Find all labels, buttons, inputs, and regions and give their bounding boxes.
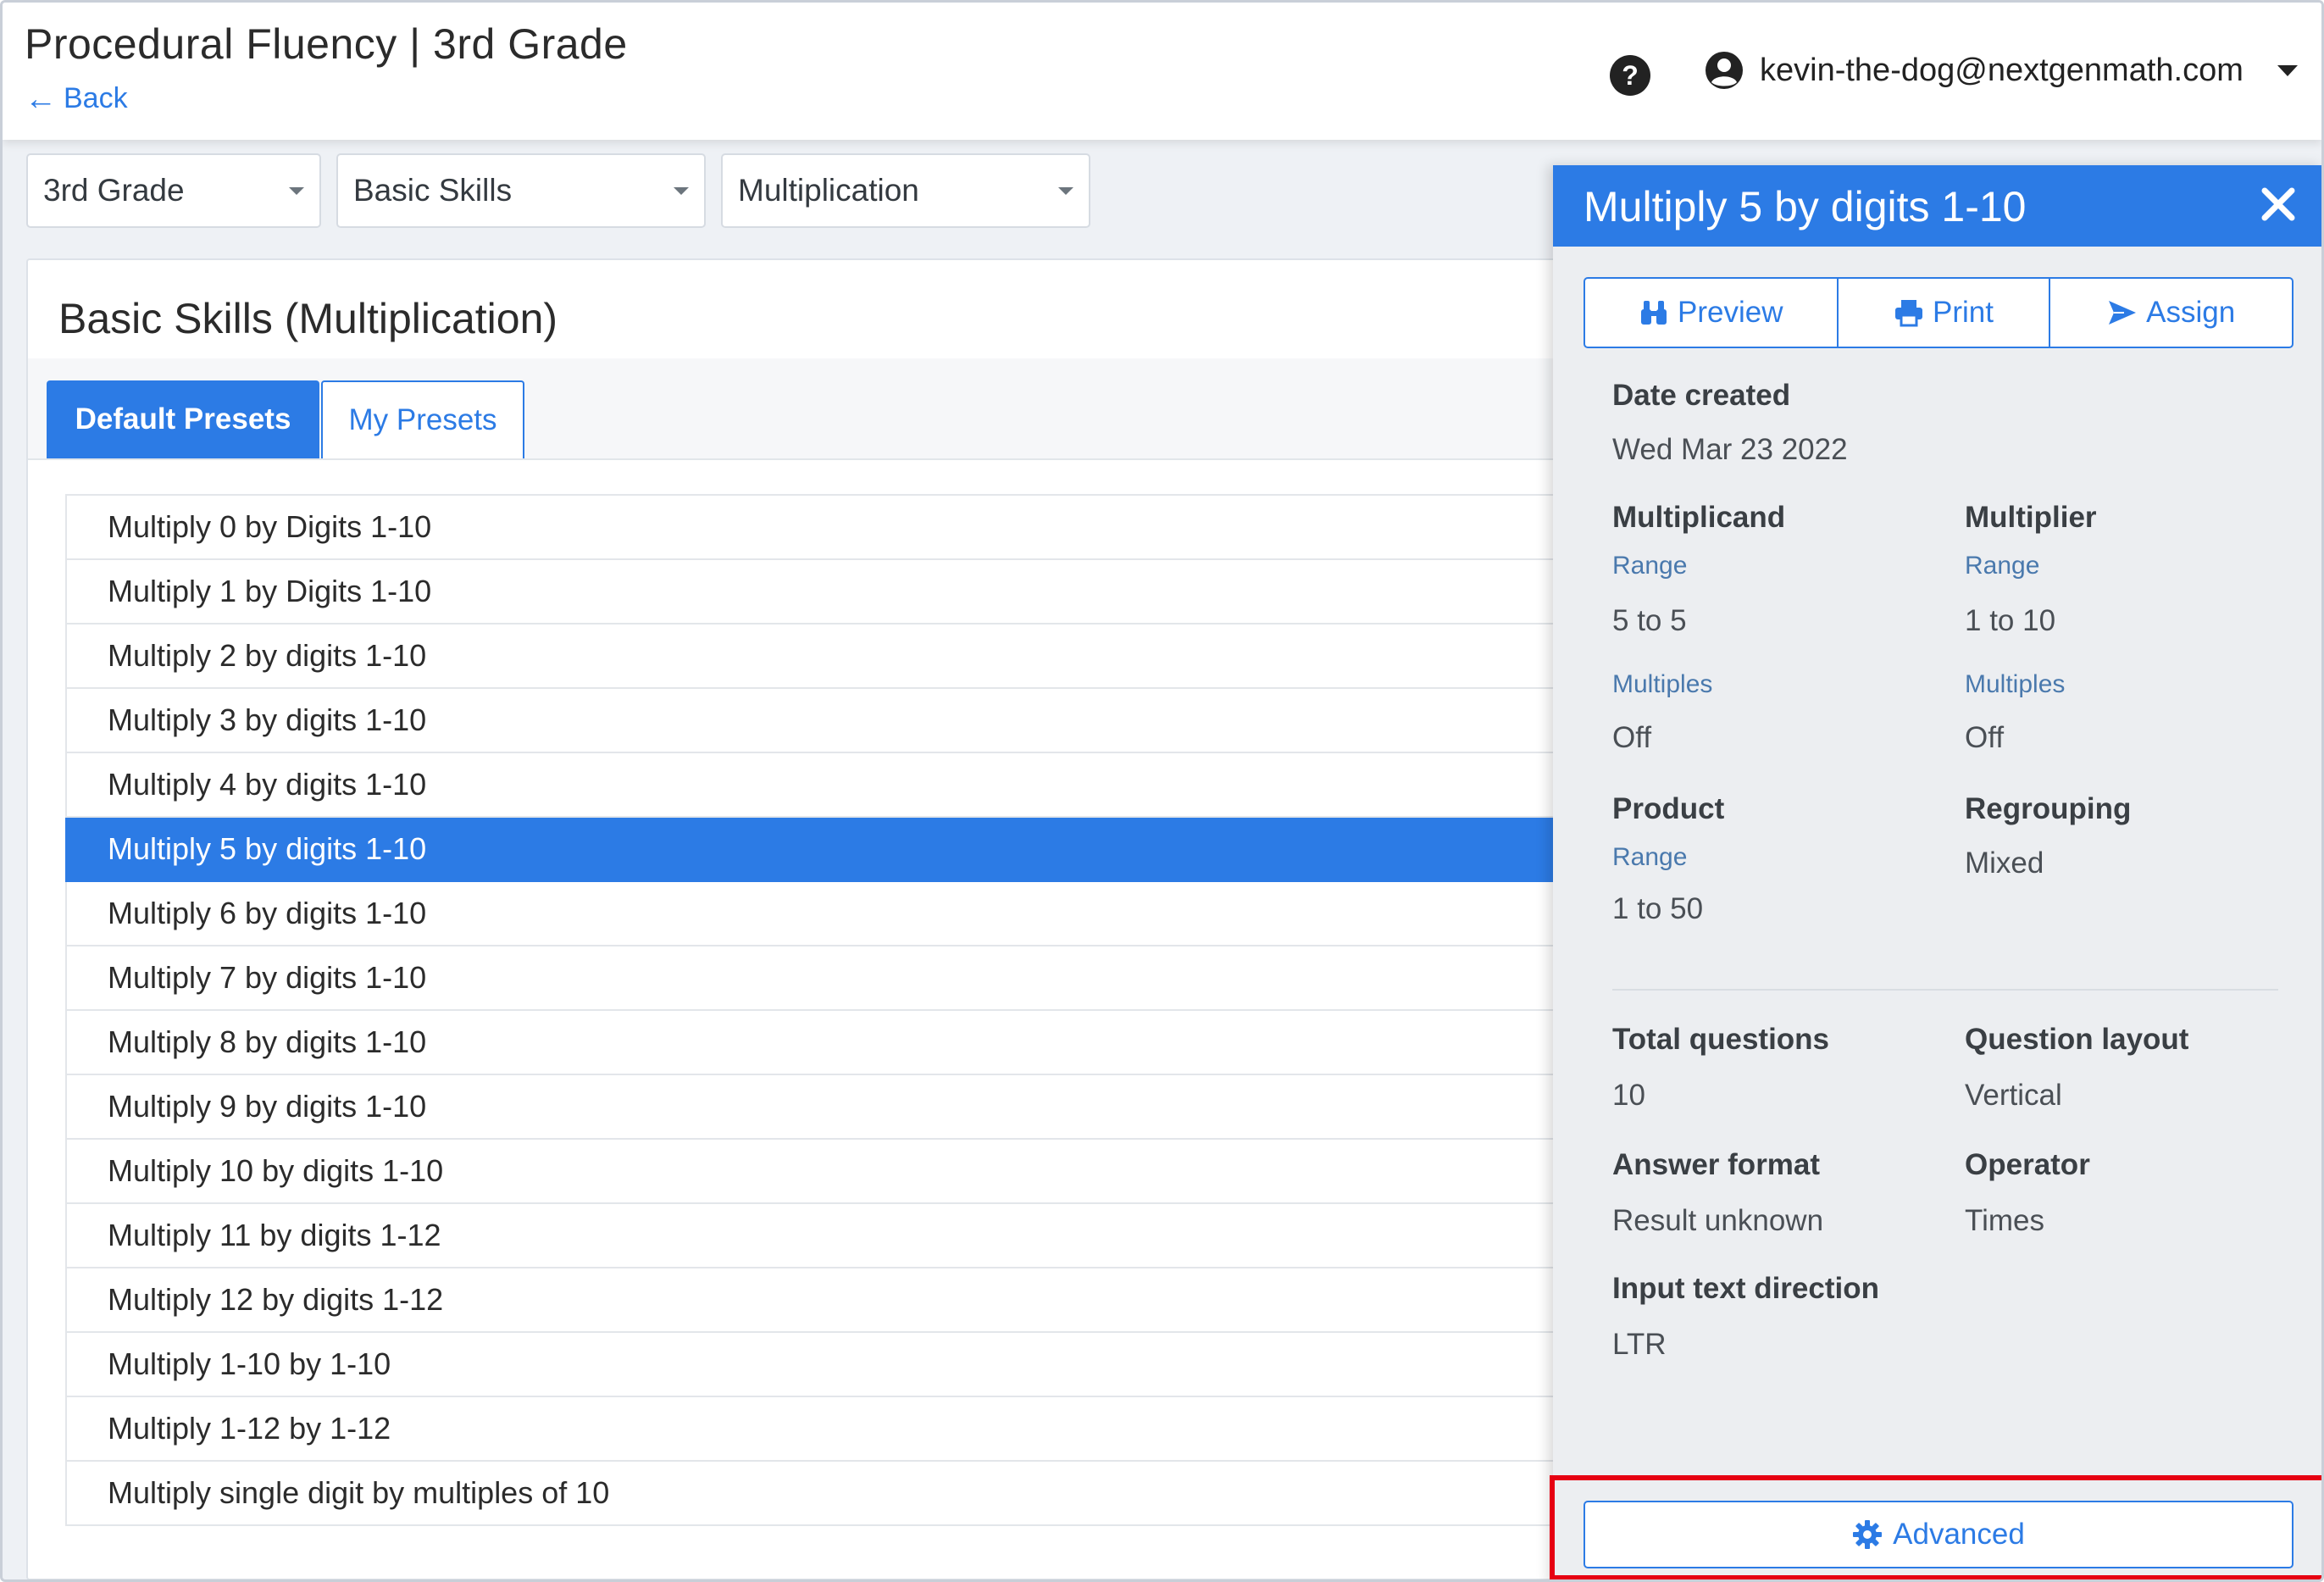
assign-button[interactable]: Assign (2050, 279, 2292, 347)
binoculars-icon (1641, 301, 1667, 325)
panel-header: Multiply 5 by digits 1-10 (1553, 165, 2321, 247)
multiplier-range-value: 1 to 10 (1965, 604, 2056, 637)
preview-label: Preview (1678, 296, 1783, 329)
multiplicand-label: Multiplicand (1612, 501, 1786, 534)
paper-plane-icon (2109, 301, 2137, 325)
list-item[interactable]: Multiply 8 by digits 1-10 (65, 1011, 1604, 1075)
total-questions-label: Total questions (1612, 1023, 1830, 1056)
regrouping-label: Regrouping (1965, 792, 2132, 825)
card-title: Basic Skills (Multiplication) (58, 295, 558, 342)
grade-select-value: 3rd Grade (43, 173, 185, 208)
section-divider (1612, 989, 2278, 991)
operator-label: Operator (1965, 1148, 2090, 1181)
arrow-left-icon: ← (25, 80, 57, 117)
input-direction-value: LTR (1612, 1328, 1667, 1361)
chevron-down-icon (1058, 187, 1073, 195)
operation-select[interactable]: Multiplication (721, 153, 1090, 228)
top-header: Procedural Fluency | 3rd Grade ← Back ? … (3, 3, 2321, 140)
print-button[interactable]: Print (1839, 279, 2051, 347)
advanced-label: Advanced (1893, 1518, 2025, 1551)
action-button-group: Preview Print Assign (1584, 277, 2293, 348)
list-item[interactable]: Multiply 3 by digits 1-10 (65, 689, 1604, 753)
product-range-value: 1 to 50 (1612, 892, 1704, 925)
back-link[interactable]: ← Back (25, 82, 128, 115)
close-icon[interactable] (2258, 184, 2299, 225)
total-questions-value: 10 (1612, 1079, 1645, 1112)
list-item[interactable]: Multiply 1-12 by 1-12 (65, 1397, 1604, 1462)
presets-card: Basic Skills (Multiplication) Default Pr… (26, 258, 1604, 1579)
list-item[interactable]: Multiply 1-10 by 1-10 (65, 1333, 1604, 1397)
multiplier-multiples-value: Off (1965, 721, 2005, 754)
multiplicand-multiples-label: Multiples (1612, 670, 1713, 698)
chevron-down-icon (289, 187, 304, 195)
chevron-down-icon (674, 187, 689, 195)
operator-value: Times (1965, 1204, 2044, 1237)
list-item[interactable]: Multiply 6 by digits 1-10 (65, 882, 1604, 946)
list-item-selected[interactable]: Multiply 5 by digits 1-10 (65, 818, 1604, 882)
preset-detail-panel: Multiply 5 by digits 1-10 Preview Print … (1553, 165, 2321, 1579)
operation-select-value: Multiplication (738, 173, 919, 208)
advanced-button[interactable]: Advanced (1584, 1501, 2293, 1568)
list-item[interactable]: Multiply 2 by digits 1-10 (65, 624, 1604, 689)
tab-default-presets[interactable]: Default Presets (47, 380, 319, 458)
date-created-label: Date created (1612, 379, 1791, 412)
print-label: Print (1932, 296, 1994, 329)
list-item[interactable]: Multiply 11 by digits 1-12 (65, 1204, 1604, 1268)
app-window: Procedural Fluency | 3rd Grade ← Back ? … (0, 0, 2324, 1582)
answer-format-label: Answer format (1612, 1148, 1821, 1181)
page-title: Procedural Fluency | 3rd Grade (25, 20, 628, 68)
category-select[interactable]: Basic Skills (336, 153, 706, 228)
back-label: Back (64, 82, 128, 114)
question-layout-label: Question layout (1965, 1023, 2189, 1056)
printer-icon (1894, 300, 1922, 327)
list-item[interactable]: Multiply 0 by Digits 1-10 (65, 496, 1604, 560)
assign-label: Assign (2146, 296, 2236, 329)
gear-icon (1853, 1520, 1883, 1549)
multiplicand-multiples-value: Off (1612, 721, 1652, 754)
question-circle-icon[interactable]: ? (1610, 55, 1650, 96)
regrouping-value: Mixed (1965, 847, 2044, 880)
category-select-value: Basic Skills (353, 173, 513, 208)
list-item[interactable]: Multiply 7 by digits 1-10 (65, 946, 1604, 1011)
user-circle-icon (1706, 52, 1743, 89)
preset-list: Multiply 0 by Digits 1-10 Multiply 1 by … (65, 494, 1604, 1526)
multiplier-label: Multiplier (1965, 501, 2097, 534)
preview-button[interactable]: Preview (1585, 279, 1839, 347)
date-created-value: Wed Mar 23 2022 (1612, 433, 1848, 466)
product-range-label: Range (1612, 843, 1688, 871)
list-item[interactable]: Multiply 12 by digits 1-12 (65, 1268, 1604, 1333)
list-item[interactable]: Multiply 9 by digits 1-10 (65, 1075, 1604, 1140)
tab-my-presets[interactable]: My Presets (321, 380, 524, 458)
question-layout-value: Vertical (1965, 1079, 2062, 1112)
user-menu[interactable]: kevin-the-dog@nextgenmath.com (1704, 50, 2298, 91)
multiplier-range-label: Range (1965, 552, 2040, 580)
answer-format-value: Result unknown (1612, 1204, 1824, 1237)
chevron-down-icon (2277, 64, 2298, 76)
list-item[interactable]: Multiply 10 by digits 1-10 (65, 1140, 1604, 1204)
multiplier-multiples-label: Multiples (1965, 670, 2066, 698)
multiplicand-range-value: 5 to 5 (1612, 604, 1687, 637)
list-item[interactable]: Multiply 4 by digits 1-10 (65, 753, 1604, 818)
user-email: kevin-the-dog@nextgenmath.com (1760, 52, 2244, 88)
product-label: Product (1612, 792, 1725, 825)
input-direction-label: Input text direction (1612, 1272, 1879, 1305)
multiplicand-range-label: Range (1612, 552, 1688, 580)
list-item[interactable]: Multiply single digit by multiples of 10 (65, 1462, 1604, 1526)
list-item[interactable]: Multiply 1 by Digits 1-10 (65, 560, 1604, 624)
panel-title: Multiply 5 by digits 1-10 (1584, 183, 2027, 230)
grade-select[interactable]: 3rd Grade (26, 153, 321, 228)
